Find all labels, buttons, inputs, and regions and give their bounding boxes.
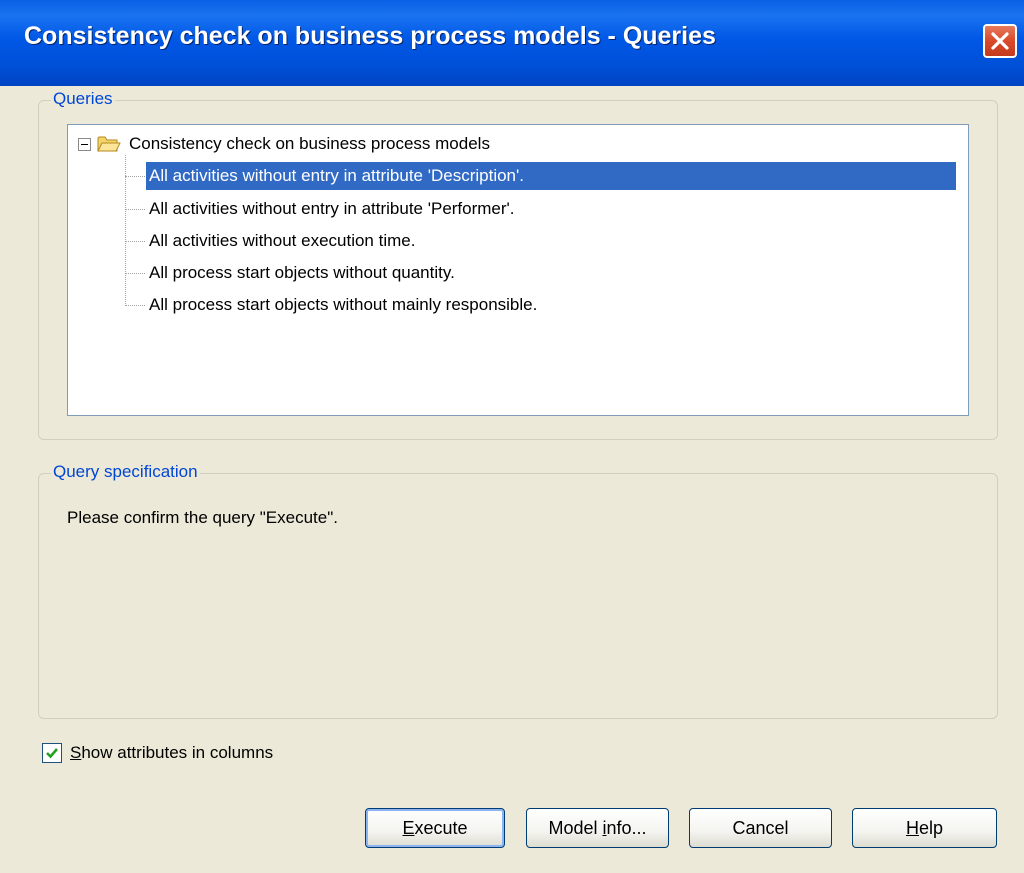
show-attributes-label[interactable]: Show attributes in columns	[70, 743, 273, 763]
query-specification-label: Query specification	[51, 462, 200, 482]
tree-connector	[125, 155, 126, 306]
tree-connector	[125, 209, 145, 210]
tree-connector	[125, 176, 145, 177]
title-bar[interactable]: Consistency check on business process mo…	[0, 0, 1024, 86]
tree-item[interactable]: All activities without entry in attribut…	[146, 195, 518, 223]
tree-item[interactable]: All process start objects without mainly…	[146, 291, 540, 319]
queries-group-label: Queries	[51, 89, 115, 109]
cancel-button[interactable]: Cancel	[689, 808, 832, 848]
queries-tree[interactable]: Consistency check on business process mo…	[67, 124, 969, 416]
query-specification-text: Please confirm the query "Execute".	[67, 508, 338, 527]
show-attributes-checkbox[interactable]	[42, 743, 62, 763]
close-icon	[991, 32, 1009, 50]
help-button[interactable]: Help	[852, 808, 997, 848]
tree-item[interactable]: All activities without entry in attribut…	[145, 161, 957, 191]
model-info-button[interactable]: Model info...	[526, 808, 669, 848]
execute-button[interactable]: Execute	[365, 808, 505, 848]
close-button[interactable]	[983, 24, 1017, 58]
window-title: Consistency check on business process mo…	[24, 22, 716, 50]
tree-item[interactable]: All process start objects without quanti…	[146, 259, 458, 287]
tree-connector	[125, 305, 145, 306]
tree-root-label: Consistency check on business process mo…	[129, 134, 490, 153]
tree-root-node[interactable]: Consistency check on business process mo…	[78, 133, 490, 155]
tree-collapse-icon[interactable]	[78, 137, 91, 151]
folder-open-icon	[97, 136, 121, 152]
tree-item[interactable]: All activities without execution time.	[146, 227, 418, 255]
tree-connector	[125, 241, 145, 242]
tree-connector	[125, 273, 145, 274]
dialog-window: Consistency check on business process mo…	[0, 0, 1024, 873]
checkmark-icon	[46, 748, 58, 759]
